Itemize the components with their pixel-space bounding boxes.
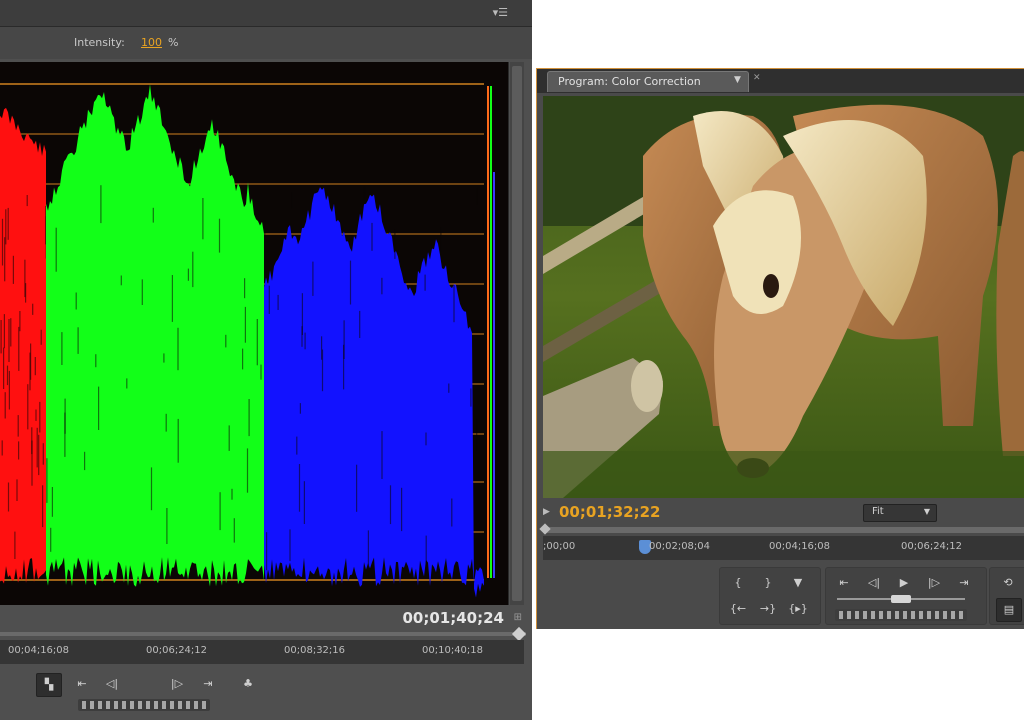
mark-in-icon[interactable]: { [726,572,750,594]
panel-menu-icon[interactable]: ▾☰ [493,6,508,19]
program-video-frame [543,96,1024,498]
scope-options-bar: Intensity: 100 % [0,27,532,59]
time-ruler[interactable]: ;00;00 00;02;08;04 00;04;16;08 00;06;24;… [543,536,1024,560]
rgb-parade-scope [0,62,509,605]
scope-scrollbar[interactable] [510,62,524,605]
marker-group: { } ▼ {← →} {▸} [719,567,821,625]
jog-wheel[interactable] [78,699,210,711]
settings-icon[interactable]: ⊞ [514,612,522,623]
scrollbar-thumb[interactable] [512,66,522,601]
step-back-icon[interactable]: ◁| [100,673,124,695]
intensity-value[interactable]: 100 [141,36,162,49]
fit-zoom-select[interactable]: Fit ▼ [863,504,937,522]
timecode-menu-icon[interactable]: ▶ [543,507,550,517]
go-to-out-icon[interactable]: ⇥ [952,572,976,594]
jog-wheel[interactable] [835,609,967,621]
ruler-tick: 00;10;40;18 [422,645,484,656]
waveform-channel [0,107,46,584]
play-icon[interactable]: ▶ [892,572,916,594]
play-in-out-icon[interactable]: {▸} [786,598,810,620]
edit-group: ⟲ ▤ [989,567,1024,625]
go-to-marker-icon[interactable]: →} [756,598,780,620]
tab-program-label: Program: Color Correction [558,75,701,88]
output-icon[interactable]: ♣ [236,673,260,695]
duration-timecode: 00;01;40;24 [402,609,505,627]
program-monitor-panel: Program: Color Correction ▼ ✕ ▶ 00;01;32… [536,68,1024,629]
reference-monitor-panel: ▾☰ Intensity: 100 % 00;01;40;24 ⊞ 00;04;… [0,0,532,720]
time-ruler[interactable]: 00;04;16;08 00;06;24;12 00;08;32;16 00;1… [0,640,524,664]
ruler-tick: 00;06;24;12 [146,645,208,656]
marker-icon[interactable]: ▼ [786,572,810,594]
go-to-out-icon[interactable]: ⇥ [196,673,220,695]
shuttle-slider[interactable] [837,595,965,603]
tab-program[interactable]: Program: Color Correction ▼ [547,71,749,92]
intensity-unit: % [168,36,179,49]
close-icon[interactable]: ✕ [753,73,761,83]
intensity-label: Intensity: [74,36,125,49]
horses-video-image [543,96,1024,498]
program-timecode[interactable]: 00;01;32;22 [559,503,661,521]
transport-controls: ▚ ⇤ ◁| |▷ ⇥ ♣ [0,668,532,720]
ruler-tick: 00;08;32;16 [284,645,346,656]
ruler-tick: 00;04;16;08 [8,645,70,656]
step-forward-icon[interactable]: |▷ [922,572,946,594]
ruler-tick: 00;02;08;04 [649,541,711,552]
loop-icon[interactable]: ⟲ [996,572,1020,594]
go-to-in-icon[interactable]: ⇤ [832,572,856,594]
waveform-channel [264,187,484,598]
step-forward-icon[interactable]: |▷ [165,673,189,695]
safe-margins-icon[interactable]: ▤ [996,598,1022,622]
ruler-tick: 00;06;24;12 [901,541,963,552]
chevron-down-icon: ▼ [923,507,930,516]
panel-header: ▾☰ [0,0,532,27]
ruler-tick: ;00;00 [543,541,576,552]
mark-clip-icon[interactable]: {← [726,598,750,620]
view-zoom-bar[interactable] [0,632,526,636]
program-tab-bar: Program: Color Correction ▼ ✕ [537,69,1024,93]
fit-value: Fit [872,506,884,517]
zoom-handle[interactable] [511,626,527,642]
shuttle-knob[interactable] [891,595,911,603]
mark-out-icon[interactable]: } [756,572,780,594]
view-zoom-bar[interactable] [543,527,1024,533]
chevron-down-icon[interactable]: ▼ [734,75,741,85]
gang-to-program-icon[interactable]: ▚ [36,673,62,697]
step-back-icon[interactable]: ◁| [862,572,886,594]
ruler-tick: 00;04;16;08 [769,541,831,552]
rgb-parade-waveform [0,83,495,598]
go-to-in-icon[interactable]: ⇤ [70,673,94,695]
